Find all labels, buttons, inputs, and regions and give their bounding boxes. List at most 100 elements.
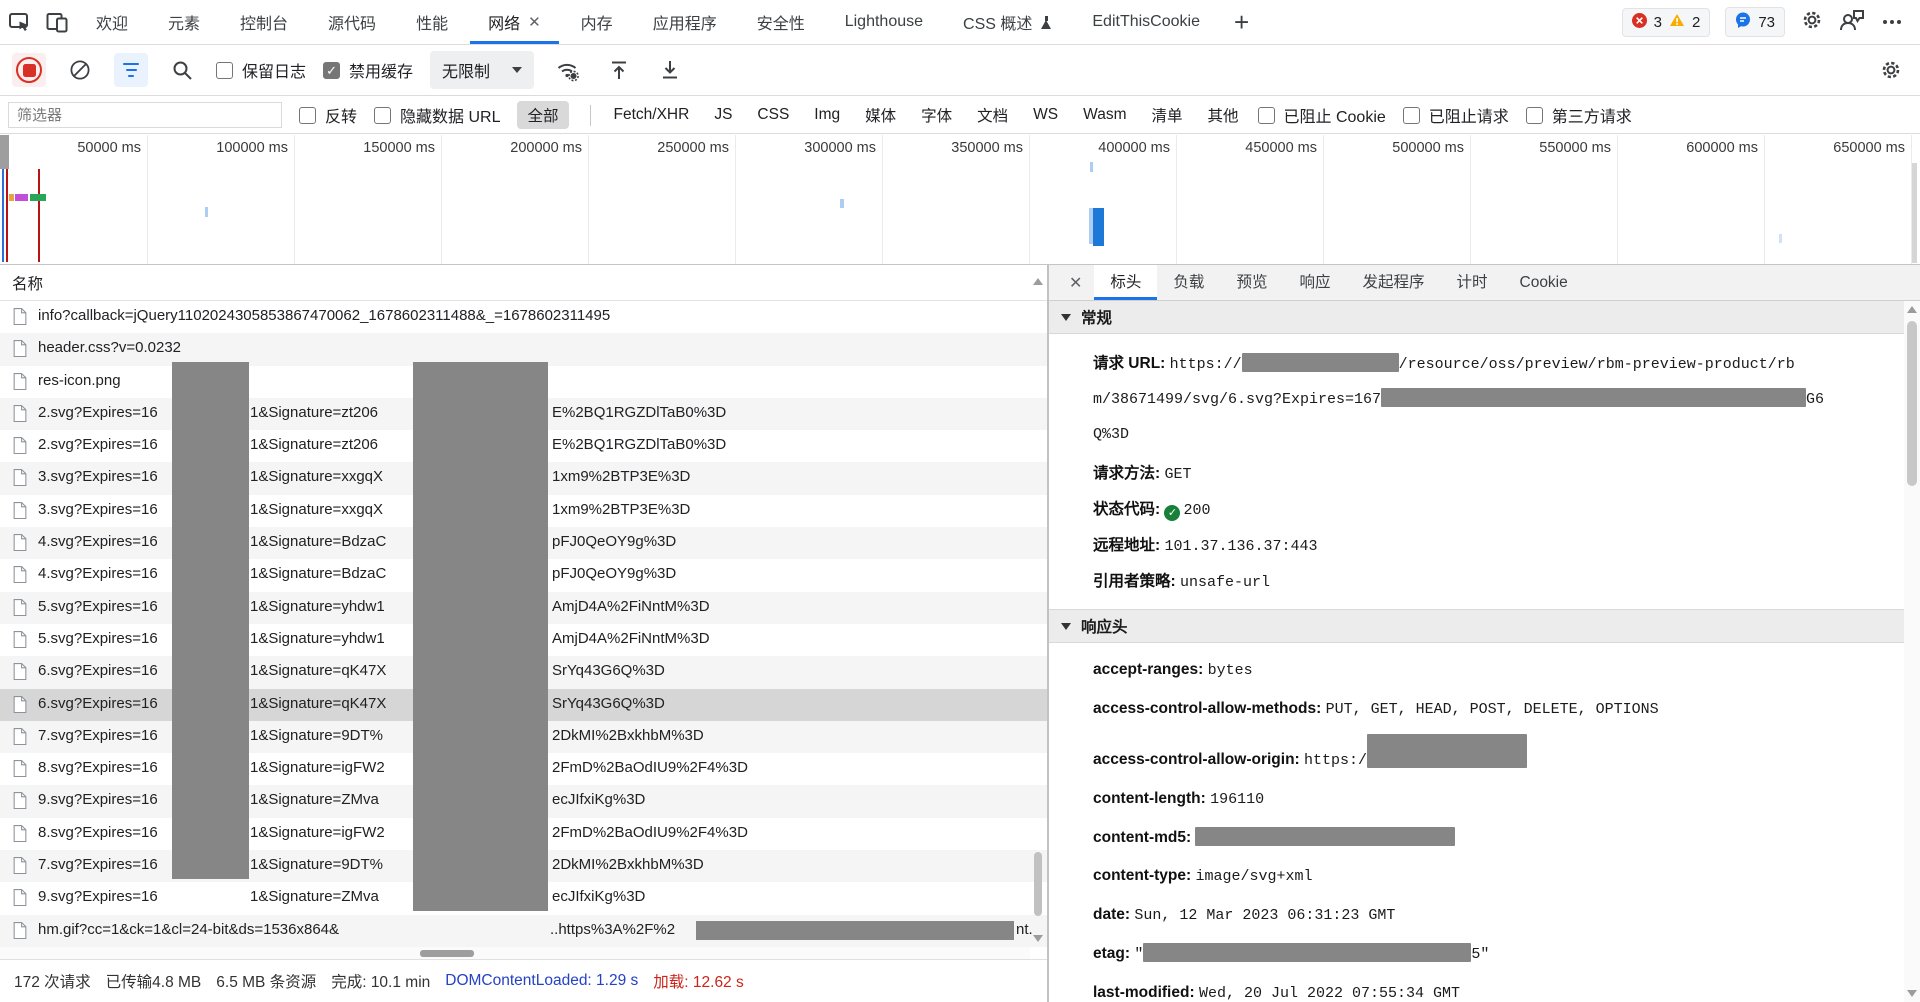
redacted-value bbox=[1242, 353, 1399, 372]
close-details-icon[interactable]: ✕ bbox=[1057, 273, 1094, 293]
filter-type-pill[interactable]: 全部 bbox=[517, 101, 568, 129]
name-column-header[interactable]: 名称 bbox=[0, 265, 1047, 301]
filter-type-pill[interactable]: CSS bbox=[755, 103, 791, 127]
response-headers-section-header[interactable]: 响应头 bbox=[1049, 609, 1904, 643]
tab-welcome[interactable]: 欢迎 bbox=[76, 0, 148, 44]
blocked-cookies-checkbox[interactable]: 已阻止 Cookie bbox=[1258, 103, 1386, 127]
filter-type-pill[interactable]: JS bbox=[712, 103, 734, 127]
request-name-part: pFJ0QeOY9g%3D bbox=[552, 533, 676, 550]
scroll-up-icon[interactable] bbox=[1907, 306, 1917, 313]
detail-tab-timing[interactable]: 计时 bbox=[1440, 265, 1503, 300]
network-conditions-icon[interactable] bbox=[551, 53, 585, 87]
issues-badge[interactable]: 73 bbox=[1725, 7, 1785, 37]
tab-css-overview[interactable]: CSS 概述 bbox=[943, 0, 1072, 44]
throttling-select[interactable]: 无限制 bbox=[430, 51, 534, 89]
console-counts-badge[interactable]: 3 2 bbox=[1622, 8, 1711, 37]
field-value: Wed, 20 Jul 2022 07:55:34 GMT bbox=[1199, 985, 1460, 1002]
detail-tab-initiator[interactable]: 发起程序 bbox=[1346, 265, 1440, 300]
filter-input[interactable] bbox=[8, 102, 282, 128]
checkbox-unchecked bbox=[216, 62, 233, 79]
scroll-down-icon[interactable] bbox=[1033, 935, 1043, 942]
more-tabs-button[interactable]: + bbox=[1220, 2, 1263, 42]
more-menu-icon[interactable] bbox=[1880, 20, 1904, 24]
request-row[interactable]: hm.gif?cc=1&ck=1&cl=24-bit&ds=1536x864&.… bbox=[0, 915, 1047, 947]
finish-time: 完成: 10.1 min bbox=[331, 970, 430, 992]
detail-tab-payload[interactable]: 负载 bbox=[1157, 265, 1220, 300]
blocked-requests-checkbox[interactable]: 已阻止请求 bbox=[1403, 103, 1509, 127]
list-vertical-scrollbar[interactable] bbox=[1030, 273, 1046, 947]
invert-checkbox[interactable]: 反转 bbox=[299, 103, 357, 127]
file-icon bbox=[13, 792, 27, 814]
request-name-part: 1xm9%2BTP3E%3D bbox=[552, 468, 690, 485]
export-har-icon[interactable] bbox=[653, 53, 687, 87]
filter-type-pill[interactable]: 文档 bbox=[975, 101, 1010, 129]
preserve-log-checkbox[interactable]: 保留日志 bbox=[216, 58, 306, 82]
tab-performance[interactable]: 性能 bbox=[396, 0, 468, 44]
network-settings-gear-icon[interactable] bbox=[1874, 53, 1908, 87]
timeline-overview[interactable]: 50000 ms100000 ms150000 ms200000 ms25000… bbox=[0, 135, 1920, 265]
list-horizontal-scrollbar[interactable] bbox=[0, 947, 1030, 959]
timeline-tick-label: 400000 ms bbox=[1026, 140, 1170, 156]
search-icon[interactable] bbox=[165, 53, 199, 87]
close-icon[interactable]: ✕ bbox=[528, 13, 541, 31]
request-name-part: 4.svg?Expires=16 bbox=[38, 565, 158, 582]
filter-type-pill[interactable]: Wasm bbox=[1081, 103, 1128, 127]
tab-network[interactable]: 网络✕ bbox=[468, 0, 561, 44]
tab-console[interactable]: 控制台 bbox=[220, 0, 308, 44]
settings-gear-icon[interactable] bbox=[1800, 8, 1824, 37]
tab-security[interactable]: 安全性 bbox=[737, 0, 825, 44]
tab-memory[interactable]: 内存 bbox=[561, 0, 633, 44]
hscroll-thumb[interactable] bbox=[420, 950, 474, 957]
request-name-part: 2.svg?Expires=16 bbox=[38, 404, 158, 421]
request-row[interactable]: header.css?v=0.0232 bbox=[0, 333, 1047, 365]
filter-type-pill[interactable]: 清单 bbox=[1149, 101, 1184, 129]
domcontentloaded-time[interactable]: DOMContentLoaded: 1.29 s bbox=[445, 972, 638, 990]
filter-button[interactable] bbox=[114, 53, 148, 87]
detail-tab-cookies[interactable]: Cookie bbox=[1504, 265, 1584, 300]
third-party-checkbox[interactable]: 第三方请求 bbox=[1526, 103, 1632, 127]
device-toolbar-icon[interactable] bbox=[38, 0, 76, 44]
request-name-part: 6.svg?Expires=16 bbox=[38, 695, 158, 712]
detail-tab-preview[interactable]: 预览 bbox=[1220, 265, 1283, 300]
feedback-person-icon[interactable] bbox=[1839, 8, 1865, 37]
filter-type-pill[interactable]: 媒体 bbox=[863, 101, 898, 129]
status-ok-icon: ✓ bbox=[1164, 505, 1180, 521]
hide-data-urls-checkbox[interactable]: 隐藏数据 URL bbox=[374, 103, 500, 127]
field-label: 引用者策略: bbox=[1093, 573, 1176, 590]
scroll-down-icon[interactable] bbox=[1907, 990, 1917, 997]
third-party-label: 第三方请求 bbox=[1552, 103, 1632, 127]
tab-editthiscookie[interactable]: EditThisCookie bbox=[1072, 0, 1220, 44]
filter-type-pill[interactable]: Img bbox=[812, 103, 842, 127]
filter-type-pill[interactable]: 其他 bbox=[1206, 101, 1241, 129]
request-row[interactable]: info?callback=jQuery11020243058538674700… bbox=[0, 301, 1047, 333]
chevron-down-icon bbox=[512, 67, 522, 73]
request-name-part: res-icon.png bbox=[38, 372, 121, 389]
field-label: content-type: bbox=[1093, 867, 1191, 884]
request-name-part: 2.svg?Expires=16 bbox=[38, 436, 158, 453]
general-section-header[interactable]: 常规 bbox=[1049, 301, 1904, 334]
filter-type-pill[interactable]: 字体 bbox=[919, 101, 954, 129]
filter-type-pill[interactable]: WS bbox=[1031, 103, 1060, 127]
request-name-part: 1&Signature=yhdw1 bbox=[250, 630, 385, 647]
import-har-icon[interactable] bbox=[602, 53, 636, 87]
tab-sources[interactable]: 源代码 bbox=[308, 0, 396, 44]
scroll-up-icon[interactable] bbox=[1033, 278, 1043, 285]
detail-tab-headers[interactable]: 标头 bbox=[1094, 265, 1157, 300]
clear-button[interactable] bbox=[63, 53, 97, 87]
inspect-icon[interactable] bbox=[0, 0, 38, 44]
tab-lighthouse[interactable]: Lighthouse bbox=[825, 0, 943, 44]
load-time[interactable]: 加载: 12.62 s bbox=[653, 970, 743, 992]
scroll-thumb[interactable] bbox=[1907, 321, 1917, 486]
filter-type-pill[interactable]: Fetch/XHR bbox=[612, 103, 692, 127]
overview-scroll-sliver[interactable] bbox=[1912, 163, 1917, 263]
tab-application[interactable]: 应用程序 bbox=[633, 0, 737, 44]
disable-cache-checkbox[interactable]: 禁用缓存 bbox=[323, 58, 413, 82]
detail-tab-response[interactable]: 响应 bbox=[1283, 265, 1346, 300]
request-name-part: 1&Signature=ZMva bbox=[250, 791, 379, 808]
tab-elements[interactable]: 元素 bbox=[148, 0, 220, 44]
details-vertical-scrollbar[interactable] bbox=[1904, 301, 1920, 1002]
transferred-size: 已传输4.8 MB bbox=[106, 970, 202, 992]
record-button[interactable] bbox=[12, 53, 46, 87]
request-name-part: 2FmD%2BaOdIU9%2F4%3D bbox=[552, 759, 748, 776]
scroll-thumb[interactable] bbox=[1034, 852, 1042, 916]
